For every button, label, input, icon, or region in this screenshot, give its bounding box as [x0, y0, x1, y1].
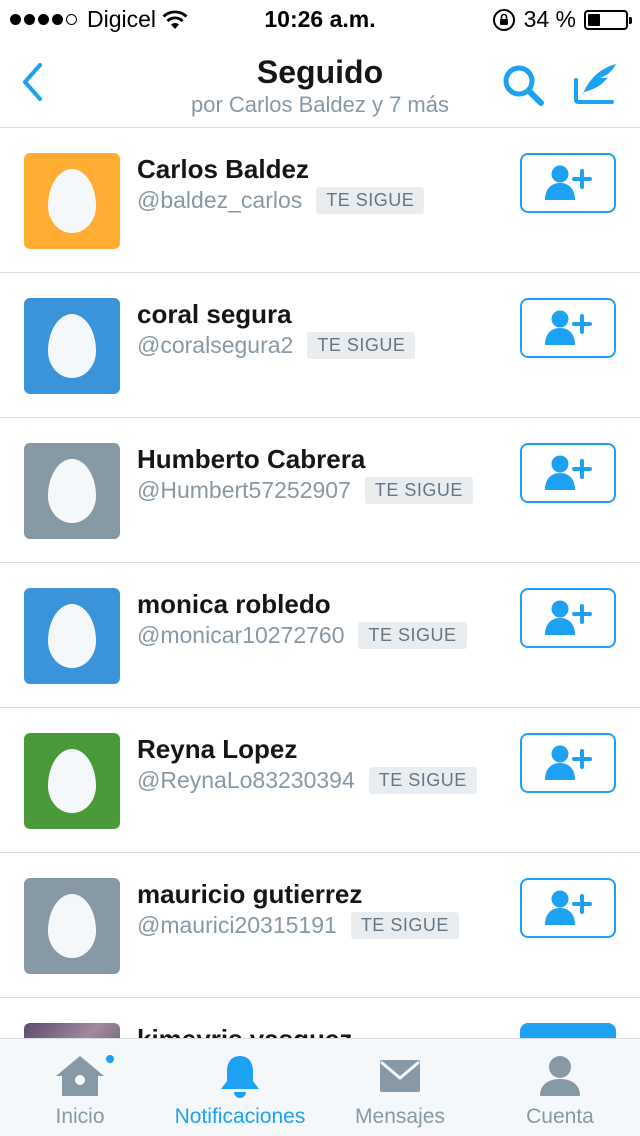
user-name: coral segura: [137, 299, 292, 329]
user-handle: @maurici20315191: [137, 912, 337, 938]
follow-button[interactable]: [520, 298, 616, 358]
status-bar: Digicel 10:26 a.m. 34 %: [0, 0, 640, 40]
compose-tweet-button[interactable]: [568, 58, 622, 108]
add-user-icon: [545, 310, 592, 345]
new-content-dot: [104, 1053, 116, 1065]
default-egg-icon: [48, 314, 96, 378]
search-button[interactable]: [496, 60, 550, 110]
handle-line: @coralsegura2 TE SIGUE: [137, 332, 416, 359]
handle-line: @monicar10272760 TE SIGUE: [137, 622, 467, 649]
add-user-icon: [545, 890, 592, 925]
home-icon-wrap: [52, 1053, 116, 1099]
tab-label: Notificaciones: [174, 1105, 306, 1128]
handle-line: @maurici20315191 TE SIGUE: [137, 912, 459, 939]
follows-you-badge: TE SIGUE: [307, 332, 416, 359]
follow-button[interactable]: [520, 733, 616, 793]
user-handle: @monicar10272760: [137, 622, 345, 648]
avatar[interactable]: [24, 588, 120, 684]
tab-label: Cuenta: [526, 1105, 594, 1128]
list-item[interactable]: coral segura @coralsegura2 TE SIGUE: [0, 273, 640, 418]
avatar[interactable]: [24, 153, 120, 249]
avatar[interactable]: [24, 733, 120, 829]
follow-button[interactable]: [520, 588, 616, 648]
tab-mensajes[interactable]: Mensajes: [345, 1039, 455, 1136]
home-icon: [56, 1056, 104, 1096]
navigation-bar: Seguido por Carlos Baldez y 7 más: [0, 40, 640, 128]
user-name: kimeyris vasquez: [137, 1024, 352, 1038]
tab-cuenta[interactable]: Cuenta: [510, 1039, 610, 1136]
bell-icon-wrap: [218, 1053, 262, 1099]
user-name: Humberto Cabrera: [137, 444, 366, 474]
orientation-lock-icon: [492, 8, 515, 31]
tab-bar: Inicio Notificaciones Mensajes Cuenta: [0, 1038, 640, 1136]
person-icon: [540, 1056, 580, 1096]
user-handle: @baldez_carlos: [137, 187, 303, 213]
list-item[interactable]: kimeyris vasquez: [0, 998, 640, 1038]
add-user-icon: [545, 165, 592, 200]
default-egg-icon: [48, 749, 96, 813]
follows-you-badge: TE SIGUE: [350, 912, 459, 939]
list-item[interactable]: Reyna Lopez @ReynaLo83230394 TE SIGUE: [0, 708, 640, 853]
followers-list: Carlos Baldez @baldez_carlos TE SIGUE co…: [0, 128, 640, 1038]
default-egg-icon: [48, 459, 96, 523]
default-egg-icon: [48, 169, 96, 233]
search-icon: [503, 65, 544, 106]
user-handle: @coralsegura2: [137, 332, 294, 358]
follows-you-badge: TE SIGUE: [364, 477, 473, 504]
handle-line: @baldez_carlos TE SIGUE: [137, 187, 425, 214]
bell-icon: [221, 1056, 259, 1098]
envelope-icon: [380, 1060, 420, 1092]
avatar[interactable]: [24, 443, 120, 539]
user-handle: @ReynaLo83230394: [137, 767, 355, 793]
default-egg-icon: [48, 604, 96, 668]
battery-percent: 34 %: [523, 6, 576, 32]
user-name: Carlos Baldez: [137, 154, 309, 184]
user-name: mauricio gutierrez: [137, 879, 363, 909]
tab-label: Inicio: [55, 1105, 105, 1128]
person-icon-wrap: [538, 1053, 582, 1099]
list-item[interactable]: Humberto Cabrera @Humbert57252907 TE SIG…: [0, 418, 640, 563]
battery-icon: [584, 9, 632, 30]
envelope-icon-wrap: [378, 1053, 422, 1099]
add-user-icon: [545, 745, 592, 780]
follows-you-badge: TE SIGUE: [358, 622, 467, 649]
follow-button[interactable]: [520, 878, 616, 938]
avatar[interactable]: [24, 298, 120, 394]
follows-you-badge: TE SIGUE: [316, 187, 425, 214]
default-egg-icon: [48, 894, 96, 958]
follow-button[interactable]: [520, 153, 616, 213]
list-item[interactable]: mauricio gutierrez @maurici20315191 TE S…: [0, 853, 640, 998]
user-handle: @Humbert57252907: [137, 477, 351, 503]
list-item[interactable]: Carlos Baldez @baldez_carlos TE SIGUE: [0, 128, 640, 273]
handle-line: @ReynaLo83230394 TE SIGUE: [137, 767, 477, 794]
add-user-icon: [545, 455, 592, 490]
follows-you-badge: TE SIGUE: [368, 767, 477, 794]
tab-notificaciones[interactable]: Notificaciones: [160, 1039, 320, 1136]
avatar[interactable]: [24, 878, 120, 974]
avatar[interactable]: [24, 1023, 120, 1038]
user-name: monica robledo: [137, 589, 331, 619]
battery-area: 34 %: [492, 6, 632, 33]
add-user-icon: [545, 600, 592, 635]
tab-label: Mensajes: [355, 1105, 445, 1128]
following-button[interactable]: [520, 1023, 616, 1038]
follow-button[interactable]: [520, 443, 616, 503]
compose-icon: [574, 64, 616, 104]
handle-line: @Humbert57252907 TE SIGUE: [137, 477, 473, 504]
tab-inicio[interactable]: Inicio: [30, 1039, 130, 1136]
user-name: Reyna Lopez: [137, 734, 298, 764]
list-item[interactable]: monica robledo @monicar10272760 TE SIGUE: [0, 563, 640, 708]
